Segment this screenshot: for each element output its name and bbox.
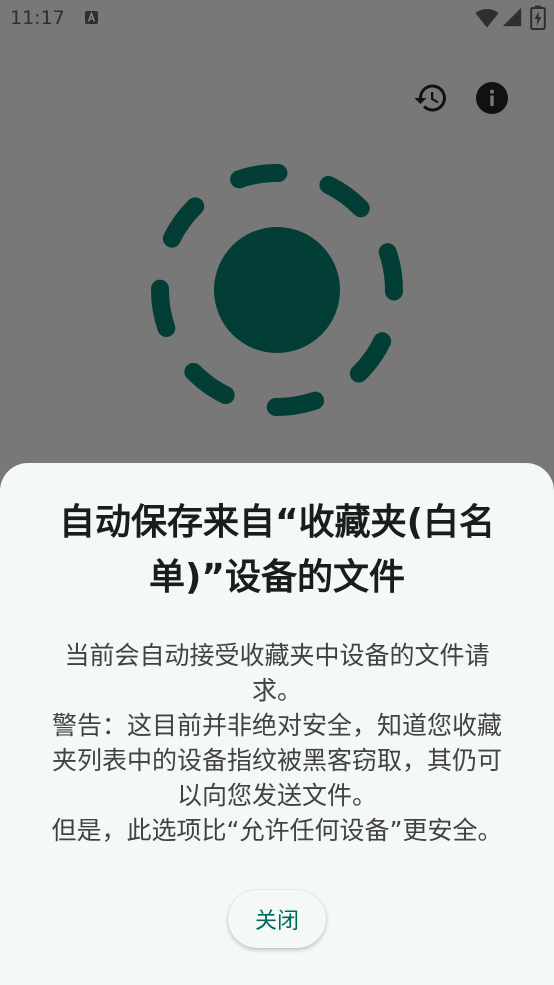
dialog-message-line: 夹列表中的设备指纹被黑客窃取，其仍可 [51, 746, 502, 775]
text-a-notification-icon [85, 11, 98, 24]
history-icon[interactable] [413, 80, 449, 116]
close-button[interactable]: 关闭 [228, 890, 326, 948]
dialog-message-line: 以向您发送文件。 [176, 781, 377, 810]
dialog-title: 自动保存来自“收藏夹(白名 单)”设备的文件 [0, 495, 554, 605]
dialog-message-line: 求。 [251, 676, 302, 705]
dialog-title-line: 单)”设备的文件 [148, 557, 406, 598]
dialog-message-line: 警告：这目前并非绝对安全，知道您收藏 [51, 711, 502, 740]
dialog-message: 当前会自动接受收藏夹中设备的文件请 求。 警告：这目前并非绝对安全，知道您收藏 … [0, 638, 554, 848]
battery-charging-icon [530, 5, 546, 30]
app-logo-icon [151, 164, 403, 416]
wifi-icon [475, 9, 499, 28]
dialog-message-line: 但是，此选项比“允许任何设备”更安全。 [51, 816, 503, 845]
status-time: 11:17 [10, 7, 65, 29]
dialog-message-line: 当前会自动接受收藏夹中设备的文件请 [64, 641, 490, 670]
cellular-signal-icon [502, 7, 522, 27]
status-bar: 11:17 [0, 0, 554, 36]
bottom-sheet-dialog: 自动保存来自“收藏夹(白名 单)”设备的文件 当前会自动接受收藏夹中设备的文件请… [0, 463, 554, 985]
dialog-title-line: 自动保存来自“收藏夹(白名 [58, 502, 496, 543]
info-icon[interactable] [476, 82, 508, 114]
